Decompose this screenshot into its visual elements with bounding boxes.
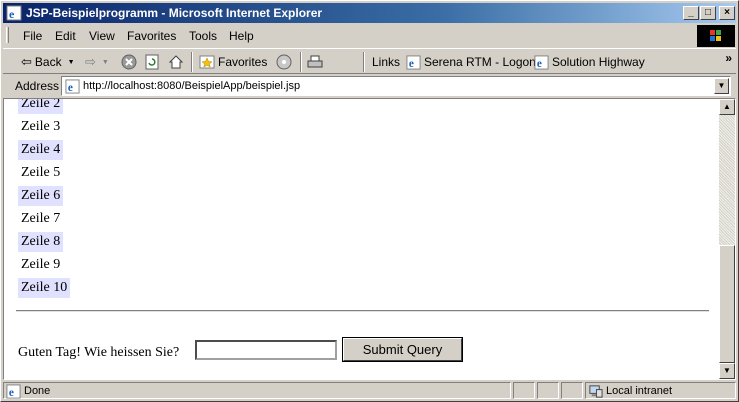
internet-explorer-icon: e (406, 54, 421, 70)
status-panel (561, 382, 583, 399)
page-content: Zeile 2 Zeile 3 Zeile 4 Zeile 5 Zeile 6 Zeile… (4, 99, 719, 379)
status-text: Done (24, 385, 51, 397)
close-button[interactable]: × (719, 6, 735, 20)
list-item: Zeile 8 (18, 232, 64, 252)
svg-text:e: e (9, 387, 14, 399)
status-panel (537, 382, 559, 399)
svg-text:e: e (68, 82, 73, 94)
favorites-star-icon (199, 55, 215, 69)
windows-logo-icon (697, 25, 735, 47)
forward-button[interactable]: ⇨ ▼ (85, 53, 109, 71)
back-label: Back (34, 55, 62, 69)
svg-text:e: e (9, 7, 15, 21)
list-item: Zeile 7 (21, 211, 61, 226)
chevron-down-icon: ▼ (67, 58, 75, 66)
link-solution-highway-label: Solution Highway (552, 55, 645, 69)
home-icon (168, 55, 184, 69)
links-label: Links (372, 55, 401, 69)
address-input[interactable]: e http://localhost:8080/BeispielApp/beis… (61, 76, 731, 96)
address-bar: Address e http://localhost:8080/Beispiel… (3, 75, 736, 97)
menu-view[interactable]: View (89, 29, 115, 43)
zone-cell: Local intranet (585, 382, 736, 399)
stop-icon (121, 54, 137, 70)
internet-explorer-icon: e (534, 54, 549, 70)
list-item: Zeile 5 (21, 165, 61, 180)
list-item: Zeile 6 (18, 186, 64, 206)
print-icon (307, 55, 323, 68)
internet-explorer-icon: e (6, 384, 21, 399)
minimize-button[interactable]: _ (683, 6, 699, 20)
chevron-down-icon: ▼ (101, 58, 109, 66)
list-item: Zeile 4 (18, 140, 64, 160)
menu-grip[interactable] (6, 27, 9, 43)
print-button[interactable] (307, 53, 323, 71)
internet-explorer-icon: e (65, 79, 80, 94)
stop-button[interactable] (121, 53, 137, 71)
name-prompt: Guten Tag! Wie heissen Sie? (18, 345, 180, 360)
menu-help[interactable]: Help (229, 29, 254, 43)
list-item: Zeile 2 (18, 99, 64, 114)
internet-explorer-icon: e (6, 5, 22, 21)
title-bar[interactable]: e JSP-Beispielprogramm - Microsoft Inter… (3, 3, 736, 23)
toolbar-separator (363, 52, 365, 72)
media-icon (276, 54, 292, 70)
favorites-label: Favorites (218, 55, 268, 69)
back-button[interactable]: ⇦ Back ▼ (21, 53, 75, 71)
link-serena-rtm[interactable]: e Serena RTM - Logon (406, 53, 536, 71)
list-item: Zeile 3 (21, 119, 61, 134)
submit-query-button[interactable]: Submit Query (342, 337, 463, 362)
menu-tools[interactable]: Tools (189, 29, 217, 43)
zone-text: Local intranet (606, 385, 673, 397)
refresh-button[interactable] (144, 53, 160, 71)
toolbar-separator (191, 52, 193, 72)
scroll-down-arrow-icon[interactable]: ▼ (719, 363, 735, 379)
home-button[interactable] (168, 53, 184, 71)
forward-arrow-icon: ⇨ (85, 54, 96, 69)
menu-file[interactable]: File (23, 29, 42, 43)
page-viewport: Zeile 2 Zeile 3 Zeile 4 Zeile 5 Zeile 6 Zeile… (3, 98, 736, 380)
status-bar: e Done Local intranet (3, 381, 736, 400)
toolbar-separator (300, 52, 302, 72)
address-url: http://localhost:8080/BeispielApp/beispi… (83, 80, 301, 92)
link-solution-highway[interactable]: e Solution Highway (534, 53, 645, 71)
svg-text:e: e (537, 58, 542, 70)
menu-edit[interactable]: Edit (55, 29, 76, 43)
local-intranet-icon (589, 385, 603, 398)
address-dropdown-chevron-down-icon[interactable]: ▼ (714, 78, 729, 94)
scroll-up-arrow-icon[interactable]: ▲ (719, 99, 735, 115)
favorites-button[interactable]: Favorites (199, 53, 267, 71)
browser-window: e JSP-Beispielprogramm - Microsoft Inter… (0, 0, 739, 402)
list-item: Zeile 9 (21, 257, 61, 272)
horizontal-rule (16, 310, 709, 312)
menu-bar: File Edit View Favorites Tools Help (3, 24, 693, 46)
standard-toolbar: ⇦ Back ▼ ⇨ ▼ Favorites Links e Serena RT… (3, 48, 736, 74)
svg-text:e: e (409, 58, 414, 70)
toolbar-more-chevron-icon[interactable]: » (725, 51, 732, 65)
window-title: JSP-Beispielprogramm - Microsoft Interne… (26, 6, 323, 20)
link-serena-rtm-label: Serena RTM - Logon (424, 55, 536, 69)
vertical-scrollbar[interactable]: ▲ ▼ (719, 99, 735, 379)
scrollbar-thumb[interactable] (719, 245, 735, 363)
menu-favorites[interactable]: Favorites (127, 29, 176, 43)
status-panel (513, 382, 535, 399)
maximize-button[interactable]: □ (700, 6, 716, 20)
refresh-icon (145, 54, 159, 70)
status-main-cell: e Done (3, 382, 511, 399)
address-label: Address (15, 79, 60, 93)
back-arrow-icon: ⇦ (21, 54, 32, 69)
media-button[interactable] (276, 53, 292, 71)
name-input[interactable] (195, 340, 337, 360)
list-item: Zeile 10 (18, 278, 71, 298)
